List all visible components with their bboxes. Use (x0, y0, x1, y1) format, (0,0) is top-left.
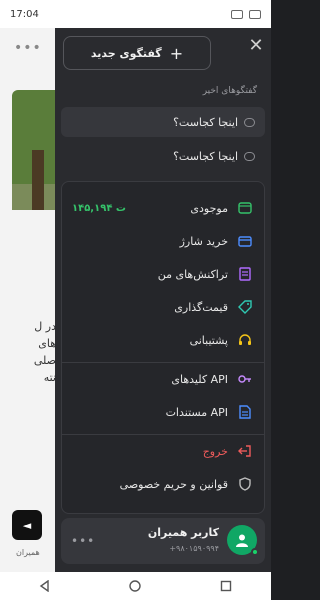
menu-item-transactions[interactable]: تراکنش‌های من (62, 261, 264, 287)
conversation-item[interactable]: اینجا کجاست؟ (61, 107, 265, 137)
online-status-dot (251, 548, 259, 556)
recent-conversations-title: گفتگوهای اخیر (202, 86, 257, 96)
menu-item-api-docs[interactable]: مستندات API (62, 399, 264, 425)
menu-divider (62, 362, 264, 363)
menu-item-recharge[interactable]: خرید شارژ (62, 228, 264, 254)
menu-item-wallet[interactable]: ۱۴۵,۱۹۴ ت موجودی (62, 195, 264, 221)
more-icon[interactable]: ••• (14, 40, 42, 56)
chat-bubble-icon (244, 151, 255, 161)
navigation-bar (0, 572, 271, 600)
menu-item-label: پشتیبانی (189, 333, 228, 347)
menu-item-label: قیمت‌گذاری (174, 300, 228, 314)
side-drawer: ✕ گفتگوی جدید + گفتگوهای اخیر اینجا کجاس… (55, 28, 271, 572)
new-chat-button[interactable]: گفتگوی جدید + (63, 36, 211, 70)
key-icon (238, 372, 252, 386)
user-phone: +۹۸۰۱۵۹۰۹۹۴ (169, 544, 219, 553)
back-nav-icon[interactable] (39, 577, 51, 596)
menu-item-label: تراکنش‌های من (157, 267, 228, 281)
menu-item-logout[interactable]: خروج (62, 438, 264, 464)
menu-item-support[interactable]: پشتیبانی (62, 327, 264, 353)
status-time: 17:04 (10, 8, 39, 20)
battery-icon (249, 9, 261, 19)
status-right (231, 9, 261, 19)
user-name: کاربر همیران (147, 526, 219, 539)
menu-item-label: قوانین و حریم خصوصی (119, 477, 228, 491)
close-icon[interactable]: ✕ (245, 34, 267, 56)
credit-card-icon (238, 234, 252, 248)
menu-item-label: کلیدهای API (171, 372, 228, 386)
send-button[interactable]: ◄ (12, 510, 42, 540)
menu-item-privacy[interactable]: قوانین و حریم خصوصی (62, 471, 264, 497)
tag-icon (238, 300, 252, 314)
headset-icon (238, 333, 252, 347)
status-bar: 17:04 (0, 0, 271, 28)
menu-item-label: خرید شارژ (179, 234, 228, 248)
menu-item-pricing[interactable]: قیمت‌گذاری (62, 294, 264, 320)
status-left: 17:04 (10, 9, 39, 20)
user-icon (236, 534, 248, 547)
new-chat-label: گفتگوی جدید (90, 46, 162, 60)
menu-item-label: مستندات API (165, 405, 228, 419)
user-options-icon[interactable]: ••• (71, 534, 95, 548)
background-message-text: در ل های صلی نته (33, 320, 56, 384)
receipt-icon (238, 267, 252, 281)
document-icon (238, 405, 252, 419)
logout-icon (238, 444, 252, 458)
wifi-icon (231, 9, 243, 19)
menu-item-label: خروج (202, 444, 228, 458)
wallet-icon (238, 201, 252, 215)
drawer-menu: ۱۴۵,۱۹۴ ت موجودی خرید شارژ تراکنش‌های من… (61, 181, 265, 514)
conversation-label: اینجا کجاست؟ (173, 149, 238, 163)
plus-icon: + (169, 43, 184, 63)
conversation-label: اینجا کجاست؟ (173, 115, 238, 129)
menu-item-label: موجودی (190, 201, 228, 215)
home-nav-icon[interactable] (129, 577, 142, 596)
menu-divider (62, 434, 264, 435)
recents-nav-icon[interactable] (220, 577, 232, 596)
background-caption: همیران (16, 548, 40, 557)
chat-bubble-icon (244, 117, 255, 127)
menu-item-api-keys[interactable]: کلیدهای API (62, 366, 264, 392)
wallet-balance: ۱۴۵,۱۹۴ ت (72, 202, 126, 214)
conversation-item[interactable]: اینجا کجاست؟ (61, 141, 265, 171)
shield-icon (238, 477, 252, 491)
user-profile-card[interactable]: ••• کاربر همیران +۹۸۰۱۵۹۰۹۹۴ (61, 518, 265, 564)
